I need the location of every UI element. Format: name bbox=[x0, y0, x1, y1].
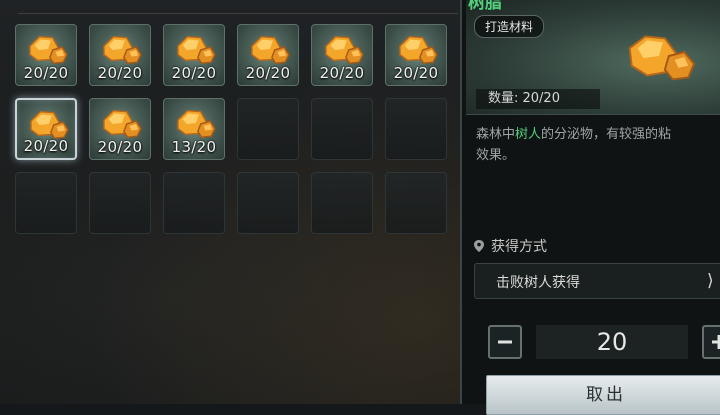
resin-ore-icon bbox=[246, 31, 292, 67]
inventory-slot[interactable]: 20/20 bbox=[163, 24, 225, 86]
resin-ore-icon bbox=[172, 31, 218, 67]
increase-button[interactable] bbox=[702, 325, 720, 359]
item-description: 森林中树人的分泌物，有较强的粘 效果。 bbox=[476, 124, 720, 166]
decrease-button[interactable] bbox=[488, 325, 522, 359]
inventory-slot[interactable]: 20/20 bbox=[15, 98, 77, 160]
item-category-tag: 打造材料 bbox=[474, 15, 544, 38]
inventory-slot[interactable]: 20/20 bbox=[89, 98, 151, 160]
amount-value[interactable]: 20 bbox=[536, 325, 688, 359]
empty-inventory-slot[interactable] bbox=[311, 172, 373, 234]
empty-inventory-slot[interactable] bbox=[311, 98, 373, 160]
description-highlight: 树人 bbox=[515, 127, 541, 142]
slot-count: 20/20 bbox=[17, 137, 75, 155]
slot-count: 20/20 bbox=[312, 64, 372, 82]
inventory-slot[interactable]: 20/20 bbox=[237, 24, 299, 86]
resin-ore-icon bbox=[320, 31, 366, 67]
empty-inventory-slot[interactable] bbox=[237, 98, 299, 160]
slot-count: 20/20 bbox=[90, 64, 150, 82]
slot-count: 20/20 bbox=[164, 64, 224, 82]
slot-count: 20/20 bbox=[90, 138, 150, 156]
item-quantity: 数量: 20/20 bbox=[476, 89, 600, 109]
location-pin-icon bbox=[474, 240, 484, 252]
empty-inventory-slot[interactable] bbox=[237, 172, 299, 234]
slot-count: 20/20 bbox=[238, 64, 298, 82]
empty-inventory-slot[interactable] bbox=[385, 172, 447, 234]
inventory-slot[interactable]: 20/20 bbox=[15, 24, 77, 86]
resin-ore-icon bbox=[98, 31, 144, 67]
slot-count: 20/20 bbox=[16, 64, 76, 82]
slot-count: 13/20 bbox=[164, 138, 224, 156]
minus-icon bbox=[496, 333, 514, 351]
top-divider bbox=[18, 13, 458, 14]
navigate-arrow-icon[interactable]: ⟩ bbox=[707, 271, 714, 291]
resin-ore-icon bbox=[172, 105, 218, 141]
inventory-slot[interactable]: 20/20 bbox=[385, 24, 447, 86]
resin-ore-icon bbox=[24, 31, 70, 67]
source-label: 获得方式 bbox=[491, 236, 547, 256]
empty-inventory-slot[interactable] bbox=[163, 172, 225, 234]
empty-inventory-slot[interactable] bbox=[385, 98, 447, 160]
inventory-slot[interactable]: 20/20 bbox=[311, 24, 373, 86]
take-out-button[interactable]: 取出 bbox=[486, 375, 720, 415]
inventory-slot[interactable]: 13/20 bbox=[163, 98, 225, 160]
empty-inventory-slot[interactable] bbox=[15, 172, 77, 234]
resin-ore-icon bbox=[394, 31, 440, 67]
item-title: 树脂 bbox=[468, 0, 502, 13]
empty-inventory-slot[interactable] bbox=[89, 172, 151, 234]
resin-ore-icon bbox=[98, 105, 144, 141]
resin-ore-icon bbox=[620, 26, 698, 86]
slot-count: 20/20 bbox=[386, 64, 446, 82]
inventory-slot[interactable]: 20/20 bbox=[89, 24, 151, 86]
source-item-label: 击败树人获得 bbox=[496, 272, 580, 292]
plus-icon bbox=[710, 333, 720, 351]
